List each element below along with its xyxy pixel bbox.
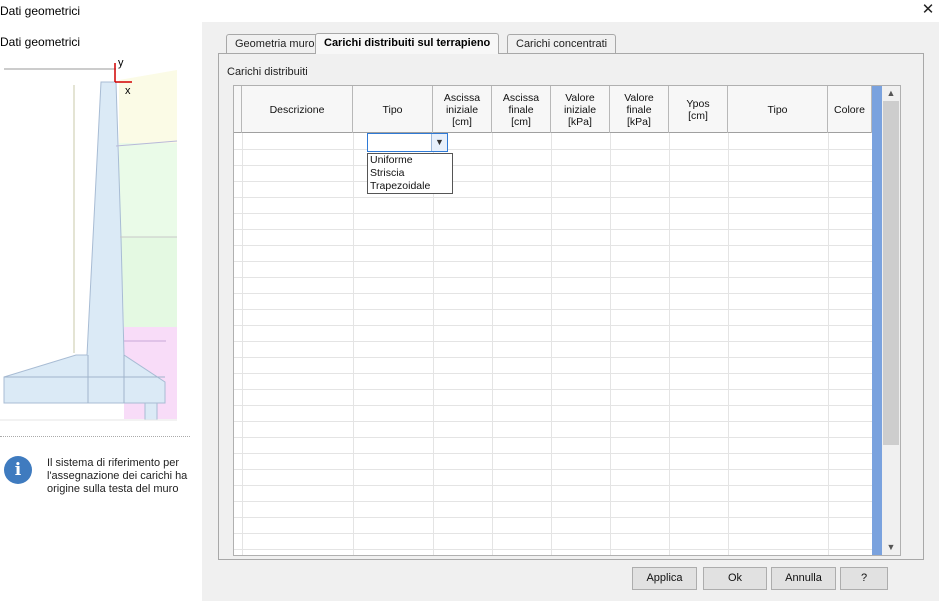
soil-zone-2 [119, 143, 177, 237]
section-title: Carichi distribuiti [227, 66, 308, 78]
table-row-line [234, 181, 872, 182]
table-row-line [234, 437, 872, 438]
wall-key [144, 402, 158, 421]
wall-section-drawing: y x [0, 57, 178, 421]
table-row-line [234, 245, 872, 246]
table-row-line [234, 261, 872, 262]
row-header-corner [234, 86, 242, 133]
table-column-line [492, 133, 493, 555]
table-row-line [234, 469, 872, 470]
column-header[interactable]: Tipo [728, 86, 828, 133]
table-column-line [353, 133, 354, 555]
apply-button[interactable]: Applica [632, 567, 697, 590]
chevron-down-icon[interactable]: ▼ [882, 540, 900, 555]
soil-zone-1 [119, 70, 177, 143]
help-button[interactable]: ? [840, 567, 888, 590]
table-column-line [242, 133, 243, 555]
axis-y-label: y [118, 57, 124, 69]
dropdown-option-trapezoidale[interactable]: Trapezoidale [368, 180, 452, 193]
table-row-line [234, 341, 872, 342]
column-header[interactable]: Ascissa finale [cm] [492, 86, 551, 133]
column-header[interactable]: Tipo [353, 86, 433, 133]
column-header[interactable]: Colore [828, 86, 872, 133]
table-row-line [234, 533, 872, 534]
window-title: Dati geometrici [0, 4, 81, 18]
column-header[interactable]: Descrizione [242, 86, 353, 133]
dropdown-option-uniforme[interactable]: Uniforme [368, 154, 452, 167]
chevron-down-icon[interactable]: ▼ [431, 134, 447, 151]
table-row-line [234, 405, 872, 406]
title-bar: Dati geometrici ✕ [0, 0, 939, 22]
table-column-line [728, 133, 729, 555]
table-column-line [433, 133, 434, 555]
chevron-up-icon[interactable]: ▲ [882, 86, 900, 101]
table-row-line [234, 325, 872, 326]
left-panel: Dati geometrici y x i Il sistema di rife… [0, 22, 202, 601]
table-header: Descrizione Tipo Ascissa iniziale [cm] A… [234, 86, 900, 133]
column-header[interactable]: Ascissa iniziale [cm] [433, 86, 492, 133]
table-row-line [234, 165, 872, 166]
table-row-line [234, 277, 872, 278]
table-column-line [551, 133, 552, 555]
table-row-line [234, 213, 872, 214]
column-header[interactable]: Valore finale [kPa] [610, 86, 669, 133]
info-icon: i [4, 456, 32, 484]
table-row-line [234, 293, 872, 294]
left-panel-title: Dati geometrici [0, 35, 81, 49]
table-row-line [234, 485, 872, 486]
separator [0, 436, 190, 437]
tab-geometria-muro[interactable]: Geometria muro [226, 34, 324, 54]
tab-content: Carichi distribuiti Descrizione Tipo Asc… [218, 53, 924, 560]
table-column-line [610, 133, 611, 555]
table-row-line [234, 197, 872, 198]
table-row-line [234, 517, 872, 518]
table-row-line [234, 453, 872, 454]
table-row-line [234, 309, 872, 310]
ok-button[interactable]: Ok [703, 567, 767, 590]
cancel-button[interactable]: Annulla [771, 567, 836, 590]
column-header[interactable]: Ypos [cm] [669, 86, 728, 133]
scrollbar-thumb[interactable] [883, 101, 899, 445]
info-text: Il sistema di riferimento per l'assegnaz… [47, 457, 188, 495]
table-row-line [234, 421, 872, 422]
table-row-line [234, 389, 872, 390]
table-row-line [234, 501, 872, 502]
loads-table[interactable]: Descrizione Tipo Ascissa iniziale [cm] A… [233, 85, 901, 556]
tipo-combobox[interactable]: ▼ [367, 133, 448, 152]
dropdown-option-striscia[interactable]: Striscia [368, 167, 452, 180]
table-row-line [234, 357, 872, 358]
table-row-line [234, 549, 872, 550]
table-column-line [669, 133, 670, 555]
close-icon[interactable]: ✕ [917, 0, 939, 22]
tab-carichi-concentrati[interactable]: Carichi concentrati [507, 34, 617, 54]
table-row-line [234, 229, 872, 230]
soil-zone-3 [121, 237, 177, 327]
tab-carichi-distribuiti[interactable]: Carichi distribuiti sul terrapieno [315, 33, 500, 54]
axis-x-label: x [125, 85, 131, 97]
tipo-dropdown-list[interactable]: Uniforme Striscia Trapezoidale [367, 153, 453, 194]
table-row-line [234, 149, 872, 150]
vertical-scrollbar[interactable]: ▲ ▼ [872, 86, 900, 555]
table-row-line [234, 373, 872, 374]
table-column-line [828, 133, 829, 555]
column-header[interactable]: Valore iniziale [kPa] [551, 86, 610, 133]
selection-strip [872, 86, 882, 555]
right-panel: Geometria muro Carichi distribuiti sul t… [202, 22, 939, 601]
